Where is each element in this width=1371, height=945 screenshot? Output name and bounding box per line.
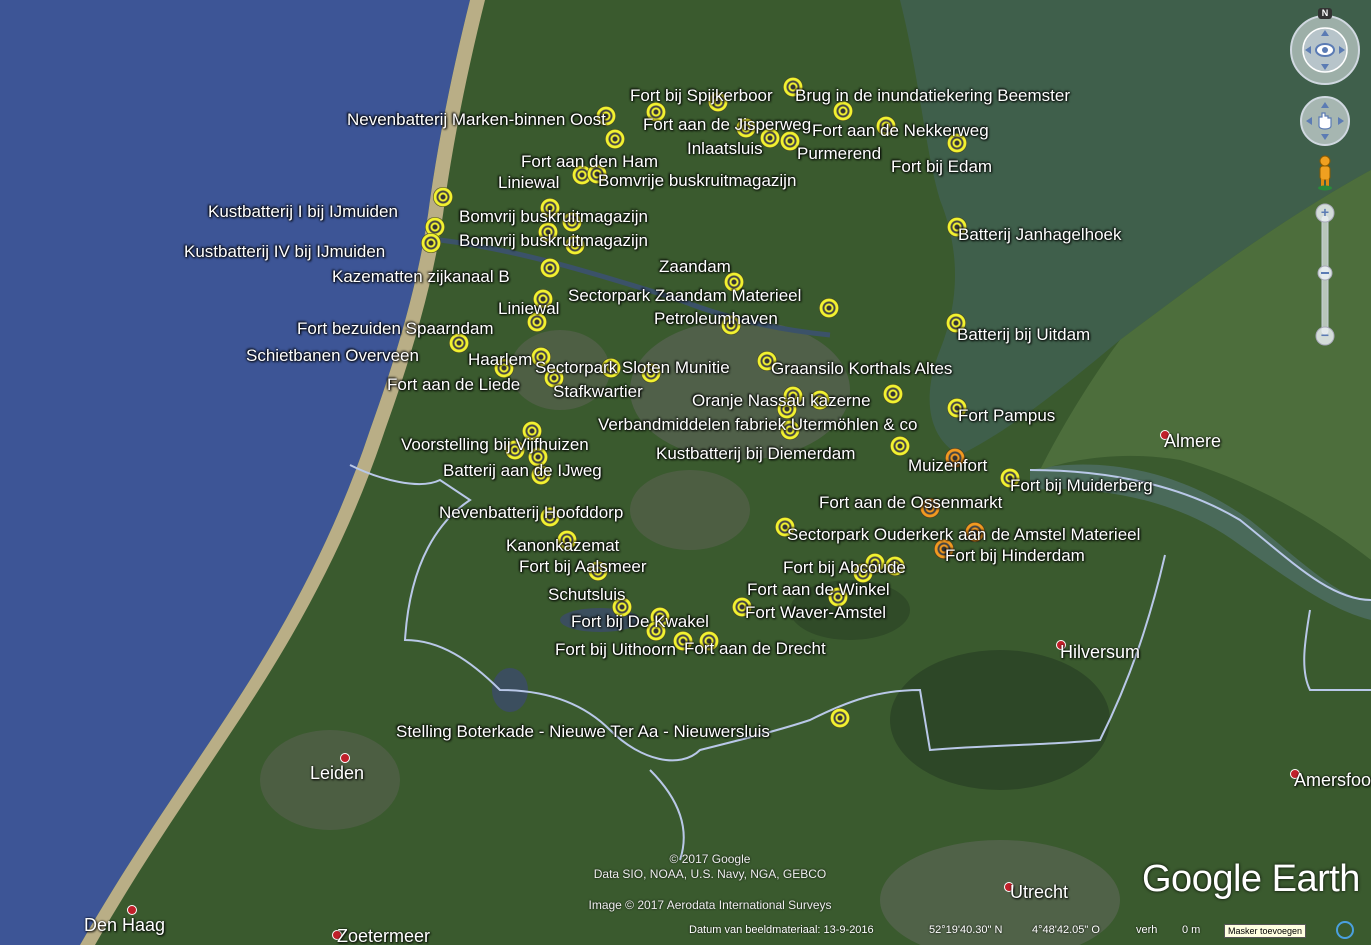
- fort-label[interactable]: Brug in de inundatiekering Beemster: [795, 87, 1070, 104]
- fort-placemark-icon[interactable]: [830, 708, 850, 728]
- fort-placemark-icon[interactable]: [605, 129, 625, 149]
- fort-label[interactable]: Bomvrij buskruitmagazijn: [459, 208, 648, 225]
- fort-label[interactable]: Fort aan de Ossenmarkt: [819, 494, 1002, 511]
- imagery-credits: © 2017 Google Data SIO, NOAA, U.S. Navy,…: [540, 852, 880, 913]
- fort-label[interactable]: Stelling Boterkade - Nieuwe Ter Aa - Nie…: [396, 723, 770, 740]
- city-label[interactable]: Den Haag: [84, 916, 165, 934]
- longitude-readout: 4°48'42.05" O: [1032, 924, 1100, 936]
- fort-label[interactable]: Stafkwartier: [553, 383, 643, 400]
- fort-label[interactable]: Zaandam: [659, 258, 731, 275]
- fort-label[interactable]: Kustbatterij bij Diemerdam: [656, 445, 855, 462]
- fort-label[interactable]: Graansilo Korthals Altes: [771, 360, 952, 377]
- city-label[interactable]: Almere: [1164, 432, 1221, 450]
- fort-label[interactable]: Fort bij Hinderdam: [945, 547, 1085, 564]
- fort-placemark-icon[interactable]: [819, 298, 839, 318]
- fort-label[interactable]: Fort bij Muiderberg: [1010, 477, 1153, 494]
- city-dot-icon: [127, 905, 137, 915]
- satellite-terrain: [0, 0, 1371, 945]
- fort-label[interactable]: Fort Waver-Amstel: [745, 604, 886, 621]
- fort-label[interactable]: Fort aan den Ham: [521, 153, 658, 170]
- fort-label[interactable]: Fort bij Aalsmeer: [519, 558, 647, 575]
- fort-label[interactable]: Bomvrij buskruitmagazijn: [459, 232, 648, 249]
- fort-label[interactable]: Fort bij Spijkerboor: [630, 87, 773, 104]
- fort-label[interactable]: Muizenfort: [908, 457, 987, 474]
- elevation-label: verh: [1136, 924, 1158, 936]
- fort-label[interactable]: Fort bij De Kwakel: [571, 613, 709, 630]
- fort-label[interactable]: Liniewal: [498, 174, 559, 191]
- fort-label[interactable]: Petroleumhaven: [654, 310, 778, 327]
- zoom-out-button[interactable]: −: [1314, 327, 1336, 343]
- fort-label[interactable]: Fort aan de Jisperweg: [643, 116, 811, 133]
- city-label[interactable]: Zoetermeer: [337, 927, 430, 945]
- fort-label[interactable]: Fort bij Abcoude: [783, 559, 906, 576]
- fort-label[interactable]: Fort bezuiden Spaarndam: [297, 320, 494, 337]
- north-indicator[interactable]: N: [1320, 8, 1330, 18]
- fort-label[interactable]: Fort bij Uithoorn: [555, 641, 676, 658]
- look-compass-control[interactable]: N: [1287, 8, 1363, 86]
- fort-label[interactable]: Nevenbatterij Hoofddorp: [439, 504, 623, 521]
- fort-placemark-icon[interactable]: [421, 233, 441, 253]
- fort-label[interactable]: Sectorpark Sloten Munitie: [535, 359, 730, 376]
- fort-placemark-icon[interactable]: [890, 436, 910, 456]
- street-view-pegman-icon[interactable]: [1316, 155, 1334, 191]
- city-label[interactable]: Utrecht: [1010, 883, 1068, 901]
- fort-label[interactable]: Nevenbatterij Marken-binnen Oost: [347, 111, 606, 128]
- fort-label[interactable]: Fort Pampus: [958, 407, 1055, 424]
- elevation-value: 0 m: [1182, 924, 1201, 936]
- fort-label[interactable]: Kanonkazemat: [506, 537, 619, 554]
- fort-label[interactable]: Schietbanen Overveen: [246, 347, 419, 364]
- fort-label[interactable]: Batterij bij Uitdam: [957, 326, 1090, 343]
- city-label[interactable]: Hilversum: [1060, 643, 1140, 661]
- fort-label[interactable]: Sectorpark Ouderkerk aan de Amstel Mater…: [787, 526, 1140, 543]
- fort-label[interactable]: Batterij Janhagelhoek: [958, 226, 1122, 243]
- fort-label[interactable]: Bomvrije buskruitmagazijn: [598, 172, 796, 189]
- fort-placemark-icon[interactable]: [540, 258, 560, 278]
- city-label[interactable]: Leiden: [310, 764, 364, 782]
- mask-tooltip: Masker toevoegen: [1224, 924, 1307, 938]
- fort-label[interactable]: Kustbatterij IV bij IJmuiden: [184, 243, 385, 260]
- image-credit-text: Image © 2017 Aerodata International Surv…: [588, 898, 832, 912]
- fort-label[interactable]: Inlaatsluis: [687, 140, 763, 157]
- fort-label[interactable]: Haarlem: [468, 351, 532, 368]
- move-pan-control[interactable]: [1300, 96, 1350, 146]
- imagery-date: Datum van beeldmateriaal: 13-9-2016: [689, 924, 874, 936]
- fort-label[interactable]: Liniewal: [498, 300, 559, 317]
- fort-label[interactable]: Fort aan de Drecht: [684, 640, 826, 657]
- fort-label[interactable]: Purmerend: [797, 145, 881, 162]
- google-earth-logo: Google Earth: [1142, 858, 1360, 900]
- fort-label[interactable]: Batterij aan de IJweg: [443, 462, 602, 479]
- city-dot-icon: [340, 753, 350, 763]
- fort-label[interactable]: Fort bij Edam: [891, 158, 992, 175]
- data-sources-text: Data SIO, NOAA, U.S. Navy, NGA, GEBCO: [593, 867, 827, 881]
- copyright-text: © 2017 Google: [669, 852, 751, 866]
- fort-label[interactable]: Oranje Nassau kazerne: [692, 392, 871, 409]
- fort-label[interactable]: Schutsluis: [548, 586, 625, 603]
- fort-label[interactable]: Verbandmiddelen fabriek Utermöhlen & co: [598, 416, 917, 433]
- fort-label[interactable]: Kustbatterij I bij IJmuiden: [208, 203, 398, 220]
- map-view[interactable]: Fort bij Spijkerboor Brug in de inundatie…: [0, 0, 1371, 945]
- city-label[interactable]: Amersfoort: [1294, 771, 1371, 789]
- latitude-readout: 52°19'40.30" N: [929, 924, 1003, 936]
- fort-placemark-icon[interactable]: [883, 384, 903, 404]
- fort-label[interactable]: Voorstelling bij Vijfhuizen: [401, 436, 589, 453]
- fort-label[interactable]: Fort aan de Nekkerweg: [812, 122, 989, 139]
- loading-indicator-icon: [1336, 921, 1354, 939]
- fort-label[interactable]: Sectorpark Zaandam Materieel: [568, 287, 801, 304]
- zoom-slider[interactable]: + −: [1314, 202, 1336, 348]
- fort-placemark-icon[interactable]: [433, 187, 453, 207]
- zoom-in-button[interactable]: +: [1314, 204, 1336, 220]
- fort-label[interactable]: Fort aan de Winkel: [747, 581, 890, 598]
- fort-label[interactable]: Kazematten zijkanaal B: [332, 268, 510, 285]
- fort-label[interactable]: Fort aan de Liede: [387, 376, 520, 393]
